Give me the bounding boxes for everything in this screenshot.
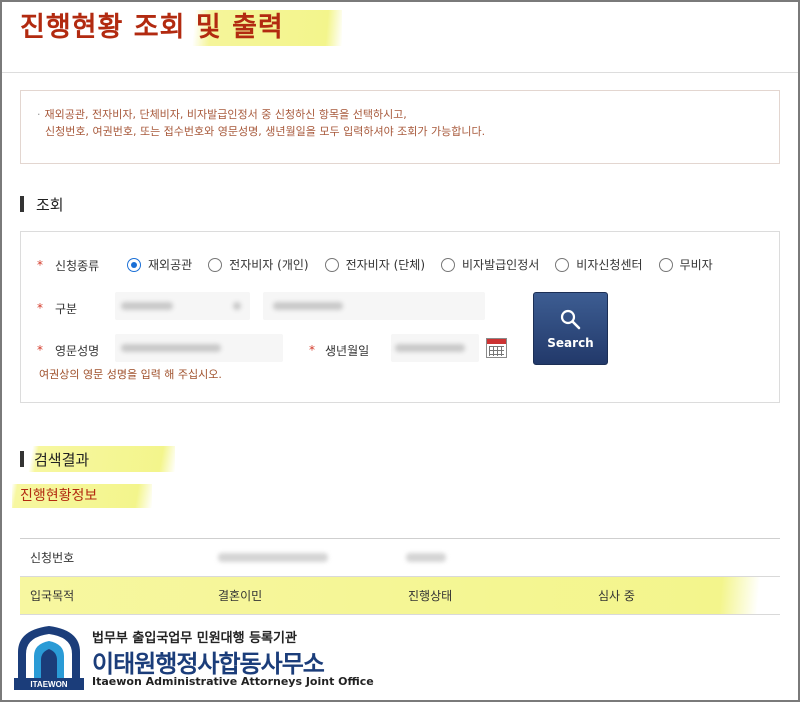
search-section-heading: 조회 (20, 193, 64, 215)
required-mark: * (37, 343, 43, 357)
calendar-icon-header (487, 339, 506, 344)
document-number-input[interactable] (263, 292, 485, 320)
required-mark: * (37, 258, 43, 272)
results-subheading: 진행현황정보 (12, 484, 152, 508)
redacted-value (233, 302, 241, 310)
type-label: 신청종류 (55, 259, 100, 273)
page-title: 진행현황 조회 및 출력 (12, 10, 342, 46)
radio-label: 무비자 (679, 258, 713, 272)
application-number-value (210, 539, 330, 577)
title-divider (2, 72, 798, 73)
notice-line-1: · 재외공관, 전자비자, 단체비자, 비자발급인정서 중 신청하신 항목을 선택… (37, 106, 763, 123)
radio-button[interactable] (555, 257, 570, 272)
calendar-icon-grid (489, 346, 504, 356)
category-label: 구분 (55, 302, 78, 316)
radio-label: 전자비자 (개인) (229, 258, 309, 272)
notice-bullet: · (37, 108, 41, 121)
radio-label: 전자비자 (단체) (345, 258, 426, 272)
required-mark: * (37, 301, 43, 315)
required-mark: * (309, 343, 315, 357)
radio-label: 비자발급인정서 (462, 258, 540, 272)
notice-text-1: 재외공관, 전자비자, 단체비자, 비자발급인정서 중 신청하신 항목을 선택하… (44, 108, 407, 121)
radio-button[interactable] (324, 257, 339, 272)
birth-date-input[interactable] (391, 334, 479, 362)
search-form: * 신청종류 재외공관 전자비자 (개인) 전자비자 (단체) 비자발급인정서 … (20, 231, 780, 403)
radio-label: 재외공관 (148, 258, 193, 272)
radio-option-evisa-group[interactable]: 전자비자 (단체) (324, 256, 426, 273)
search-section-heading-text: 조회 (36, 195, 64, 214)
progress-status-label: 진행상태 (408, 589, 453, 603)
redacted-value (218, 553, 328, 562)
page-frame: 진행현황 조회 및 출력 · 재외공관, 전자비자, 단체비자, 비자발급인정서 … (0, 0, 800, 702)
section-bar (20, 196, 24, 212)
office-logo: ITAEWON (14, 626, 84, 690)
english-name-label: 영문성명 (55, 344, 100, 358)
redacted-value (121, 344, 221, 352)
type-radio-group: 재외공관 전자비자 (개인) 전자비자 (단체) 비자발급인정서 비자신청센터 … (127, 256, 729, 273)
magnifier-icon (560, 309, 580, 329)
notice-box: · 재외공관, 전자비자, 단체비자, 비자발급인정서 중 신청하신 항목을 선택… (20, 90, 780, 164)
results-table: 신청번호 입국목적 결혼이민 진행상태 심사 중 (20, 538, 780, 615)
radio-button[interactable] (658, 257, 673, 272)
category-select[interactable] (115, 292, 250, 320)
radio-label: 비자신청센터 (576, 258, 643, 272)
table-row: 신청번호 (20, 539, 780, 577)
logo-text: ITAEWON (30, 680, 67, 689)
results-heading: 검색결과 (20, 446, 175, 472)
redacted-value (273, 302, 343, 310)
redacted-value (395, 344, 465, 352)
calendar-icon[interactable] (486, 338, 507, 358)
redacted-cell (400, 539, 460, 577)
radio-option-overseas-mission[interactable]: 재외공관 (127, 256, 192, 273)
redacted-value (406, 553, 446, 562)
progress-status-value: 심사 중 (598, 589, 635, 603)
radio-option-visa-certificate[interactable]: 비자발급인정서 (441, 256, 539, 273)
org-english-name: Itaewon Administrative Attorneys Joint O… (92, 675, 374, 688)
notice-line-2: 신청번호, 여권번호, 또는 접수번호와 영문성명, 생년월일을 모두 입력하셔… (45, 125, 486, 138)
radio-button[interactable] (208, 257, 223, 272)
english-name-input[interactable] (115, 334, 283, 362)
name-hint: 여권상의 영문 성명을 입력 해 주십시오. (39, 368, 222, 381)
radio-button-selected[interactable] (127, 257, 141, 272)
radio-option-visa-center[interactable]: 비자신청센터 (555, 256, 643, 273)
redacted-value (121, 302, 173, 310)
radio-button[interactable] (441, 257, 456, 272)
search-button[interactable]: Search (533, 292, 608, 365)
radio-option-visa-free[interactable]: 무비자 (658, 256, 713, 273)
application-number-label: 신청번호 (30, 551, 75, 565)
section-bar (20, 451, 24, 467)
entry-purpose-value: 결혼이민 (218, 589, 263, 603)
birth-date-label: 생년월일 (325, 344, 370, 358)
entry-purpose-label: 입국목적 (30, 589, 75, 603)
org-name: 이태원행정사합동사무소 (92, 650, 325, 678)
results-heading-text: 검색결과 (34, 450, 90, 469)
table-row: 입국목적 결혼이민 진행상태 심사 중 (20, 577, 780, 615)
radio-option-evisa-individual[interactable]: 전자비자 (개인) (208, 256, 309, 273)
search-button-label: Search (547, 335, 594, 350)
